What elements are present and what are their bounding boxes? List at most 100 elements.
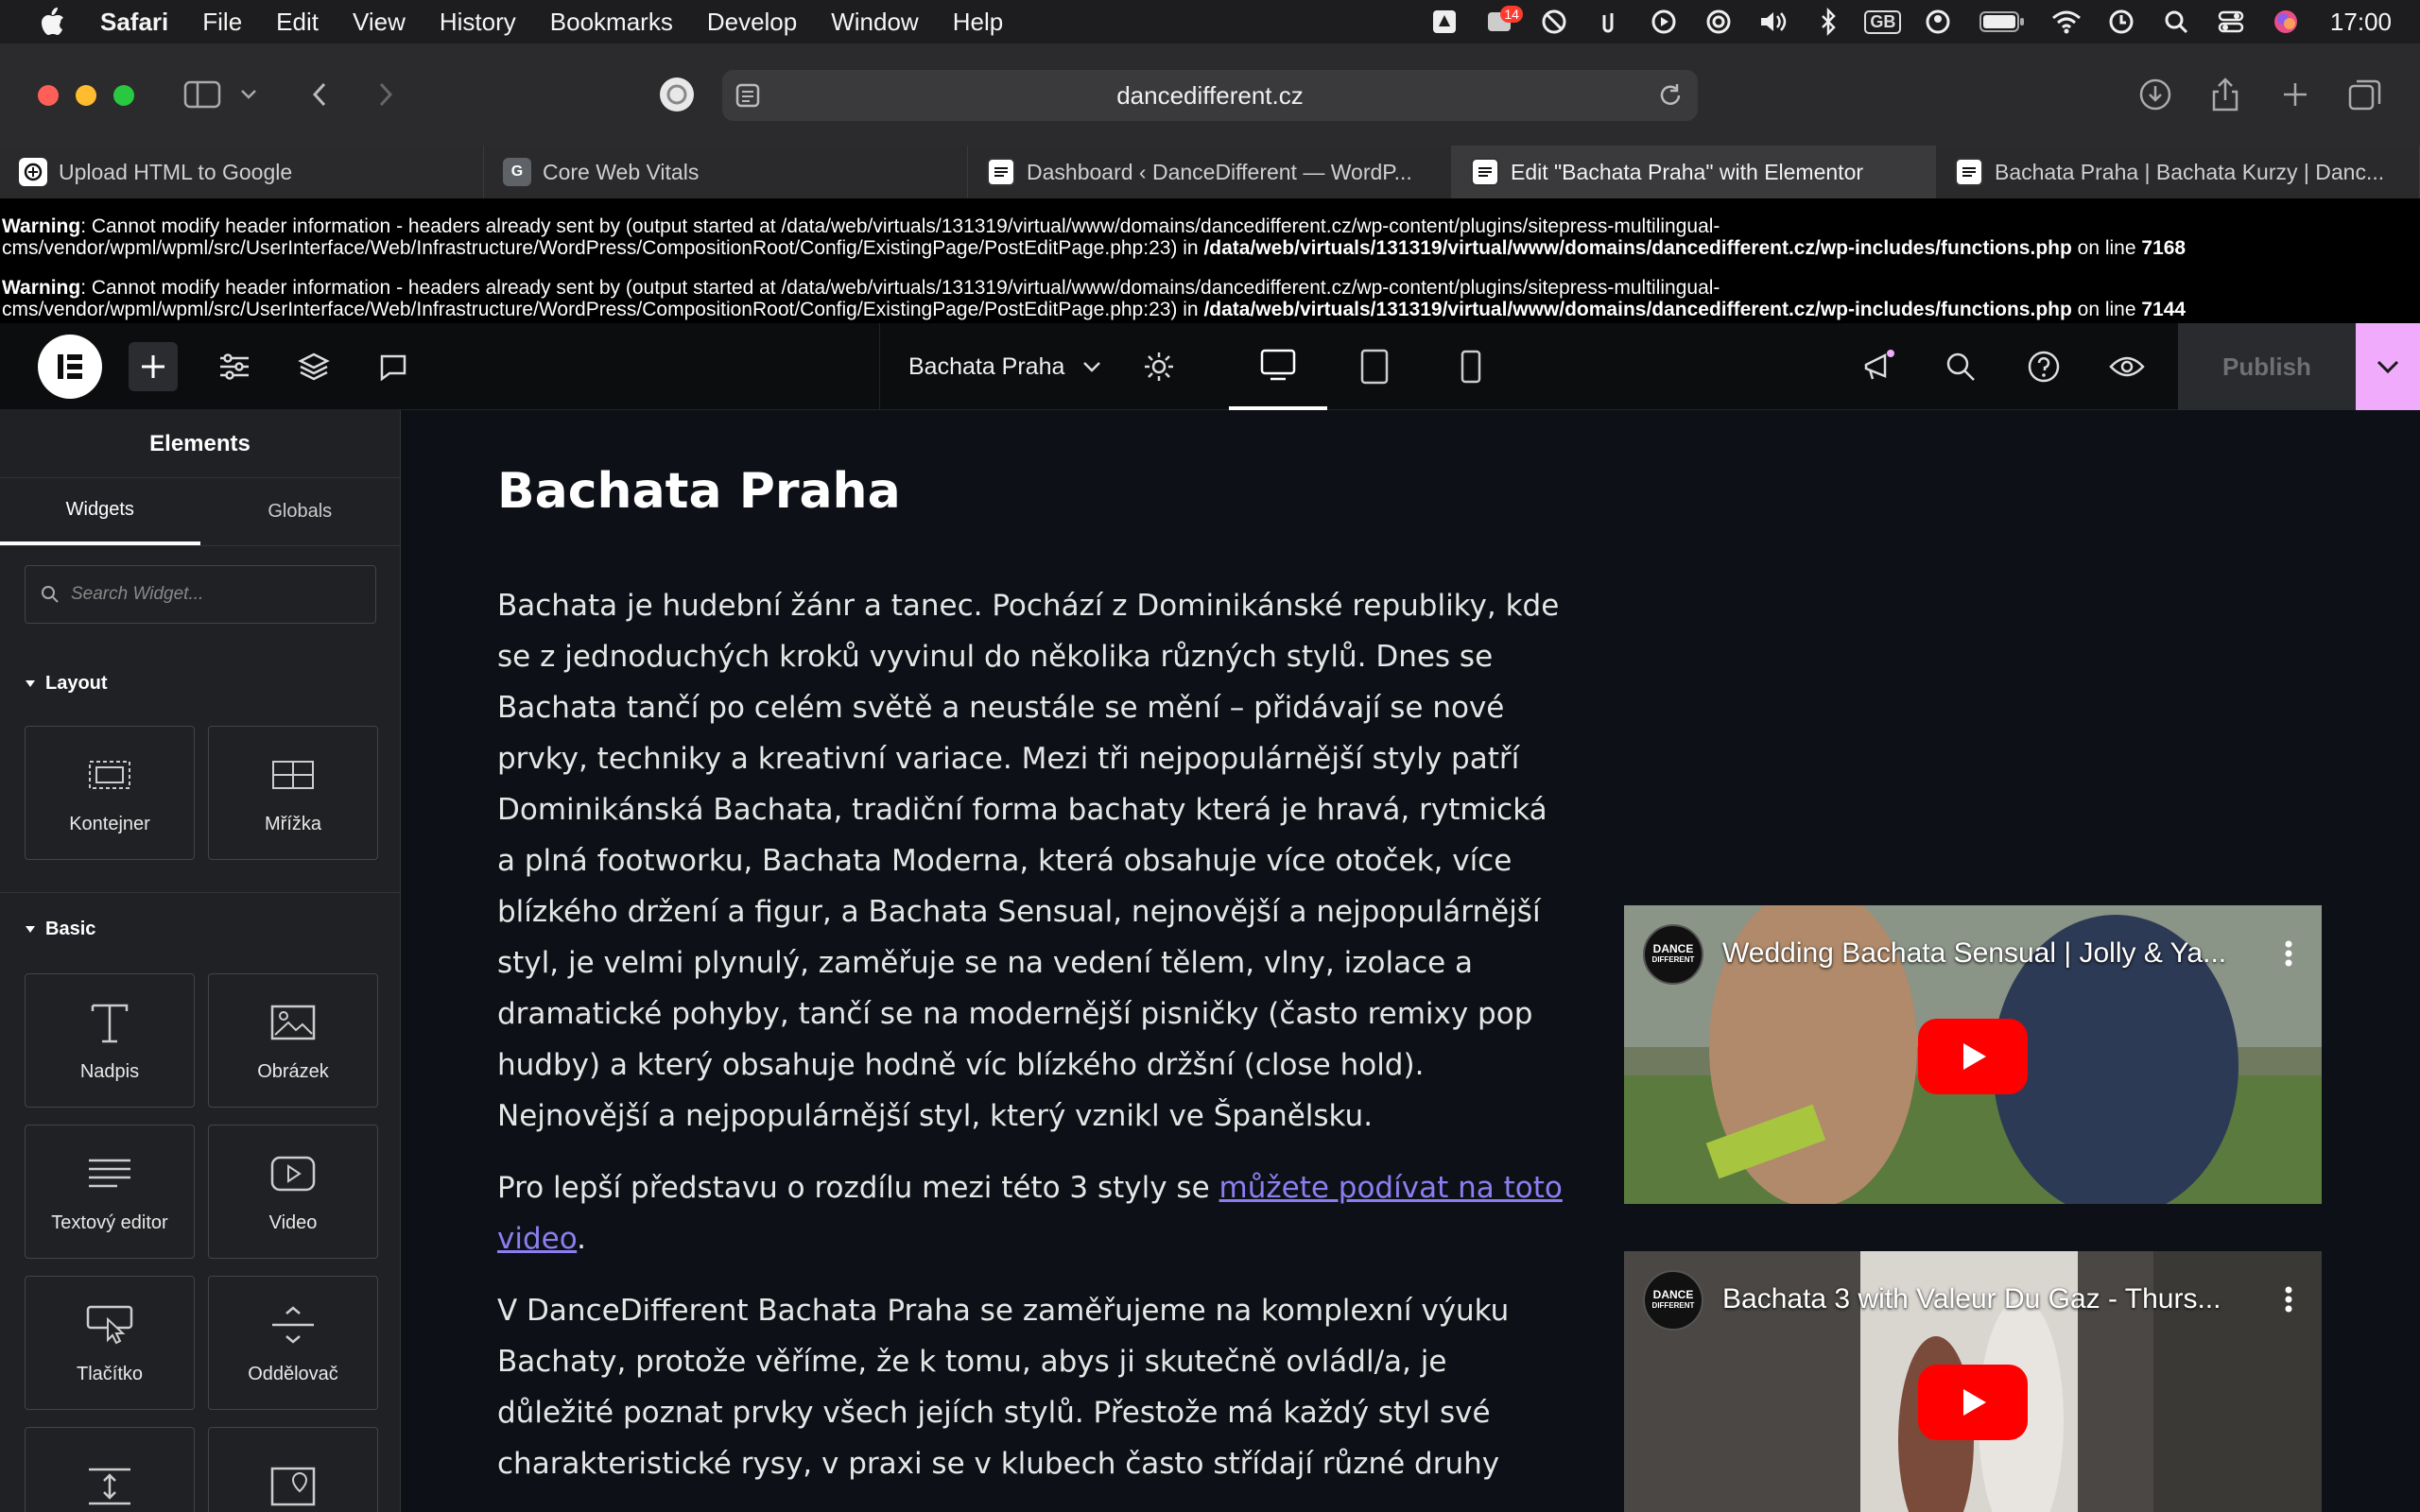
tab-title: Bachata Praha | Bachata Kurzy | Danc... bbox=[1995, 159, 2385, 184]
editor-canvas[interactable]: Bachata Praha Bachata je hudební žánr a … bbox=[401, 410, 2420, 1512]
page-heading[interactable]: Bachata Praha bbox=[497, 463, 901, 520]
youtube-play-button[interactable] bbox=[1918, 1365, 2028, 1440]
chevron-down-icon[interactable] bbox=[234, 77, 263, 112]
tab-dashboard[interactable]: Dashboard ‹ DanceDifferent — WordP... bbox=[968, 146, 1452, 198]
search-input[interactable] bbox=[71, 584, 354, 605]
menu-file[interactable]: File bbox=[202, 8, 242, 37]
bluetooth-icon[interactable] bbox=[1812, 0, 1844, 43]
tab-globals[interactable]: Globals bbox=[200, 478, 401, 545]
tab-overview-icon[interactable] bbox=[2344, 77, 2386, 112]
tablet-view-icon[interactable] bbox=[1325, 323, 1424, 410]
forward-icon[interactable] bbox=[365, 77, 406, 112]
tab-upload-html[interactable]: Upload HTML to Google bbox=[0, 146, 484, 198]
airdrop-icon[interactable] bbox=[1703, 0, 1735, 43]
publish-button[interactable]: Publish bbox=[2178, 323, 2356, 410]
page-switcher[interactable]: Bachata Praha bbox=[879, 323, 1102, 410]
new-tab-icon[interactable] bbox=[2274, 77, 2316, 112]
channel-avatar[interactable]: DANCE DIFFERENT bbox=[1643, 924, 1703, 985]
channel-avatar[interactable]: DANCE DIFFERENT bbox=[1643, 1270, 1703, 1331]
page-settings-gear-icon[interactable] bbox=[1134, 342, 1184, 391]
menu-help[interactable]: Help bbox=[953, 8, 1003, 37]
apple-menu-icon[interactable] bbox=[26, 0, 78, 43]
structure-layers-icon[interactable] bbox=[289, 342, 338, 391]
battery-icon[interactable] bbox=[1977, 0, 2028, 43]
back-icon[interactable] bbox=[299, 77, 340, 112]
close-window-button[interactable] bbox=[38, 85, 59, 106]
page-name: Bachata Praha bbox=[908, 352, 1065, 380]
play-circle-icon[interactable] bbox=[1648, 0, 1680, 43]
menu-history[interactable]: History bbox=[440, 8, 516, 37]
minimize-window-button[interactable] bbox=[76, 85, 96, 106]
site-settings-icon[interactable] bbox=[210, 342, 259, 391]
youtube-play-button[interactable] bbox=[1918, 1019, 2028, 1094]
spotlight-search-icon[interactable] bbox=[2160, 0, 2192, 43]
tab-widgets[interactable]: Widgets bbox=[0, 478, 200, 545]
paragraph-text: Pro lepší představu o rozdílu mezi této … bbox=[497, 1171, 1219, 1205]
menu-edit[interactable]: Edit bbox=[276, 8, 319, 37]
tab-bachata-praha[interactable]: Bachata Praha | Bachata Kurzy | Danc... bbox=[1936, 146, 2420, 198]
menu-app-name[interactable]: Safari bbox=[100, 8, 168, 37]
keyboard-layout-indicator[interactable]: GB bbox=[1864, 0, 1902, 43]
zoom-window-button[interactable] bbox=[113, 85, 134, 106]
menu-clock[interactable]: 17:00 bbox=[2330, 8, 2392, 37]
text-editor-content[interactable]: Bachata je hudební žánr a tanec. Pochází… bbox=[497, 580, 1565, 1510]
siri-icon[interactable] bbox=[2270, 0, 2302, 43]
menu-bookmarks[interactable]: Bookmarks bbox=[550, 8, 673, 37]
kebab-menu-icon[interactable] bbox=[2284, 939, 2293, 968]
paragraph: Bachata je hudební žánr a tanec. Pochází… bbox=[497, 589, 1560, 1133]
help-icon[interactable] bbox=[2019, 342, 2068, 391]
focus-icon[interactable] bbox=[1538, 0, 1570, 43]
tab-core-web-vitals[interactable]: G Core Web Vitals bbox=[484, 146, 968, 198]
section-layout-toggle[interactable]: Layout bbox=[25, 673, 108, 695]
add-element-button[interactable] bbox=[129, 342, 178, 391]
video-title[interactable]: Wedding Bachata Sensual | Jolly & Ya... bbox=[1722, 937, 2226, 970]
user-icon[interactable] bbox=[1922, 0, 1954, 43]
widget-button[interactable]: Tlačítko bbox=[25, 1276, 195, 1410]
reload-icon[interactable] bbox=[1656, 81, 1685, 110]
kebab-menu-icon[interactable] bbox=[2284, 1285, 2293, 1314]
finder-search-icon[interactable] bbox=[1936, 342, 1985, 391]
dance-icon bbox=[1471, 158, 1499, 186]
widget-image[interactable]: Obrázek bbox=[208, 973, 378, 1108]
notification-app-icon[interactable]: 14 bbox=[1483, 0, 1523, 43]
elementor-logo-icon[interactable] bbox=[38, 335, 102, 399]
widget-heading[interactable]: Nadpis bbox=[25, 973, 195, 1108]
widget-video[interactable]: Video bbox=[208, 1125, 378, 1259]
widget-google-maps[interactable] bbox=[208, 1427, 378, 1512]
publish-options-button[interactable] bbox=[2356, 323, 2420, 410]
widget-grid[interactable]: Mřížka bbox=[208, 726, 378, 860]
video-title[interactable]: Bachata 3 with Valeur Du Gaz - Thurs... bbox=[1722, 1283, 2221, 1315]
widget-container[interactable]: Kontejner bbox=[25, 726, 195, 860]
comments-icon[interactable] bbox=[369, 342, 418, 391]
preview-eye-icon[interactable] bbox=[2102, 342, 2152, 391]
widget-text-editor[interactable]: Textový editor bbox=[25, 1125, 195, 1259]
address-bar[interactable]: dancedifferent.cz bbox=[722, 70, 1698, 121]
menu-view[interactable]: View bbox=[353, 8, 406, 37]
youtube-video-2[interactable]: DANCE DIFFERENT Bachata 3 with Valeur Du … bbox=[1624, 1251, 2322, 1512]
downloads-icon[interactable] bbox=[2135, 77, 2176, 112]
section-basic-toggle[interactable]: Basic bbox=[25, 919, 95, 940]
section-heading: Layout bbox=[45, 673, 108, 694]
mobile-view-icon[interactable] bbox=[1422, 323, 1520, 410]
text-editor-icon bbox=[86, 1150, 133, 1197]
drive-icon[interactable] bbox=[1428, 0, 1461, 43]
youtube-video-1[interactable]: DANCE DIFFERENT Wedding Bachata Sensual |… bbox=[1624, 905, 2322, 1204]
share-icon[interactable] bbox=[2204, 77, 2246, 112]
menu-window[interactable]: Window bbox=[831, 8, 918, 37]
time-machine-icon[interactable] bbox=[2105, 0, 2137, 43]
sidebar-toggle-icon[interactable] bbox=[182, 77, 223, 112]
paperclip-icon[interactable] bbox=[1593, 0, 1625, 43]
whats-new-megaphone-icon[interactable] bbox=[1855, 342, 1904, 391]
desktop-view-icon[interactable] bbox=[1229, 323, 1327, 410]
widget-divider[interactable]: Oddělovač bbox=[208, 1276, 378, 1410]
status-area: 14 GB 17:00 bbox=[1406, 0, 2392, 43]
page-menu-icon[interactable] bbox=[735, 83, 762, 108]
wifi-icon[interactable] bbox=[2050, 0, 2083, 43]
volume-icon[interactable] bbox=[1757, 0, 1789, 43]
tab-edit-elementor[interactable]: Edit "Bachata Praha" with Elementor bbox=[1452, 146, 1936, 198]
widget-spacer[interactable] bbox=[25, 1427, 195, 1512]
site-favicon-icon[interactable] bbox=[656, 77, 698, 112]
menu-develop[interactable]: Develop bbox=[707, 8, 797, 37]
widget-search[interactable] bbox=[25, 565, 376, 624]
control-center-icon[interactable] bbox=[2215, 0, 2247, 43]
